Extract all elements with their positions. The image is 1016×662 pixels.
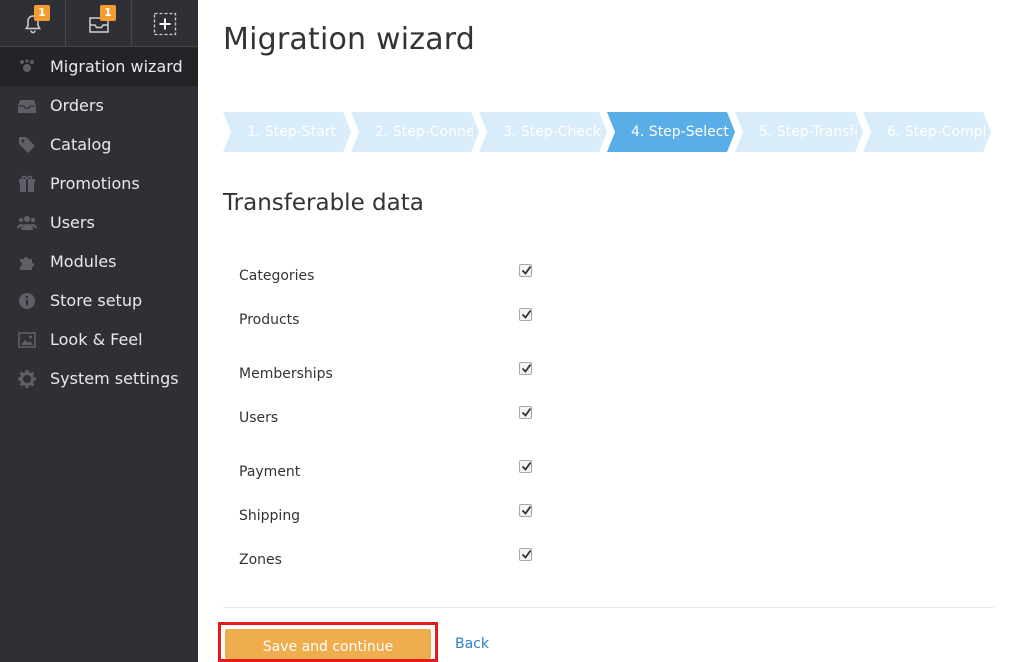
sidebar-item-label: Store setup xyxy=(50,291,143,310)
info-icon xyxy=(0,292,50,310)
wizard-step-label: 1. Step-Start xyxy=(247,124,336,140)
save-and-continue-button[interactable]: Save and continue xyxy=(225,629,431,659)
wizard-step-label: 2. Step-Connect xyxy=(375,124,473,140)
gear-icon xyxy=(0,369,50,388)
data-row-label: Memberships xyxy=(239,366,333,382)
back-link[interactable]: Back xyxy=(455,636,489,652)
orders-badge: 1 xyxy=(100,5,116,21)
wizard-step-label: 5. Step-Transfer xyxy=(759,124,857,140)
wizard-step-1[interactable]: 1. Step-Start xyxy=(223,112,351,152)
wizard-step-label: 4. Step-Select xyxy=(631,124,729,140)
sidebar-item-label: Users xyxy=(50,213,95,232)
data-row-memberships: Memberships xyxy=(239,362,639,386)
sidebar-item-label: Look & Feel xyxy=(50,330,143,349)
divider xyxy=(223,607,994,608)
sidebar-item-label: Modules xyxy=(50,252,117,271)
sidebar-item-migration-wizard[interactable]: Migration wizard xyxy=(0,47,198,86)
data-row-categories: Categories xyxy=(239,264,639,288)
sidebar-item-store-setup[interactable]: Store setup xyxy=(0,281,198,320)
wizard-step-6[interactable]: 6. Step-Complete xyxy=(863,112,991,152)
sidebar-item-promotions[interactable]: Promotions xyxy=(0,164,198,203)
data-row-label: Users xyxy=(239,410,279,426)
wizard-step-label: 3. Step-Check xyxy=(503,124,601,140)
sidebar-item-label: Promotions xyxy=(50,174,140,193)
notifications-badge: 1 xyxy=(34,5,50,21)
main-content: Migration wizard 1. Step-Start 2. Step-C… xyxy=(198,0,1016,662)
sidebar-item-orders[interactable]: Orders xyxy=(0,86,198,125)
migration-icon xyxy=(0,58,50,76)
payment-checkbox[interactable] xyxy=(519,460,532,473)
wizard-step-3[interactable]: 3. Step-Check xyxy=(479,112,607,152)
sidebar-item-label: Orders xyxy=(50,96,104,115)
data-row-label: Products xyxy=(239,312,300,328)
data-row-label: Payment xyxy=(239,464,301,480)
sidebar-item-catalog[interactable]: Catalog xyxy=(0,125,198,164)
inbox-icon xyxy=(0,98,50,114)
data-row-label: Zones xyxy=(239,552,282,568)
gift-icon xyxy=(0,175,50,193)
users-icon xyxy=(0,215,50,231)
sidebar-topbar: 1 1 xyxy=(0,0,198,47)
sidebar-item-modules[interactable]: Modules xyxy=(0,242,198,281)
users-checkbox[interactable] xyxy=(519,406,532,419)
data-row-shipping: Shipping xyxy=(239,504,639,528)
data-row-payment: Payment xyxy=(239,460,639,484)
sidebar-item-users[interactable]: Users xyxy=(0,203,198,242)
shipping-checkbox[interactable] xyxy=(519,504,532,517)
sidebar: 1 1 Migration wizard Orders Catalog Prom… xyxy=(0,0,198,662)
sidebar-item-system-settings[interactable]: System settings xyxy=(0,359,198,398)
wizard-steps: 1. Step-Start 2. Step-Connect 3. Step-Ch… xyxy=(223,112,994,152)
page-title: Migration wizard xyxy=(223,22,476,57)
wizard-step-2[interactable]: 2. Step-Connect xyxy=(351,112,479,152)
puzzle-icon xyxy=(0,253,50,271)
memberships-checkbox[interactable] xyxy=(519,362,532,375)
wizard-step-5[interactable]: 5. Step-Transfer xyxy=(735,112,863,152)
section-title: Transferable data xyxy=(223,190,424,216)
notifications-button[interactable]: 1 xyxy=(0,0,66,47)
add-button[interactable] xyxy=(132,0,198,47)
sidebar-item-label: Catalog xyxy=(50,135,112,154)
zones-checkbox[interactable] xyxy=(519,548,532,561)
plus-square-icon xyxy=(153,12,177,36)
sidebar-item-look-and-feel[interactable]: Look & Feel xyxy=(0,320,198,359)
sidebar-item-label: System settings xyxy=(50,369,179,388)
data-row-users: Users xyxy=(239,406,639,430)
data-row-zones: Zones xyxy=(239,548,639,572)
sidebar-item-label: Migration wizard xyxy=(50,57,183,76)
data-row-products: Products xyxy=(239,308,639,332)
save-button-highlight: Save and continue xyxy=(218,622,438,662)
wizard-step-label: 6. Step-Complete xyxy=(887,124,985,140)
image-icon xyxy=(0,331,50,348)
orders-button[interactable]: 1 xyxy=(66,0,132,47)
data-row-label: Shipping xyxy=(239,508,301,524)
products-checkbox[interactable] xyxy=(519,308,532,321)
wizard-step-4-active[interactable]: 4. Step-Select xyxy=(607,112,735,152)
data-row-label: Categories xyxy=(239,268,315,284)
sidebar-nav: Migration wizard Orders Catalog Promotio… xyxy=(0,47,198,398)
tags-icon xyxy=(0,136,50,154)
categories-checkbox[interactable] xyxy=(519,264,532,277)
